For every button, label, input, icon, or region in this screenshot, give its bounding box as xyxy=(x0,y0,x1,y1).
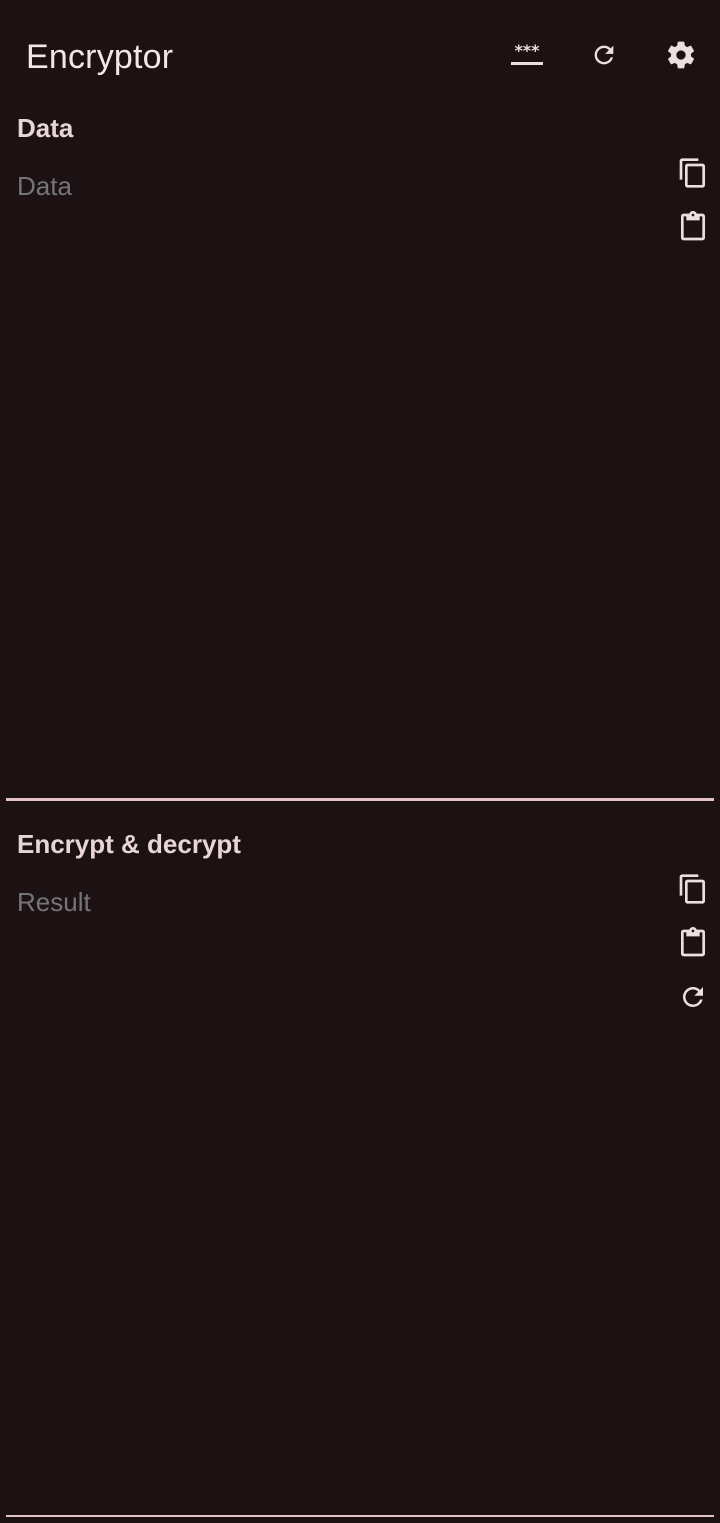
result-refresh-button[interactable] xyxy=(671,977,715,1021)
password-toggle-button[interactable]: *** xyxy=(499,27,555,83)
result-paste-button[interactable] xyxy=(671,923,715,967)
refresh-icon xyxy=(590,41,618,69)
paste-icon xyxy=(677,210,709,248)
password-glyph: *** xyxy=(514,42,540,60)
gear-icon xyxy=(665,39,697,71)
copy-icon xyxy=(677,157,709,194)
data-paste-button[interactable] xyxy=(671,207,715,251)
password-icon: *** xyxy=(509,42,545,68)
refresh-button[interactable] xyxy=(576,27,632,83)
data-divider xyxy=(6,798,714,801)
result-divider xyxy=(6,1515,714,1517)
copy-icon xyxy=(677,873,709,910)
result-copy-button[interactable] xyxy=(671,869,715,913)
refresh-icon xyxy=(678,982,708,1017)
settings-button[interactable] xyxy=(653,27,709,83)
result-section-title: Encrypt & decrypt xyxy=(17,829,241,859)
result-output[interactable] xyxy=(17,886,657,1496)
app-title: Encryptor xyxy=(26,38,174,76)
app-bar: Encryptor *** xyxy=(0,0,720,112)
data-section-title: Data xyxy=(17,113,74,143)
paste-icon xyxy=(677,926,709,964)
data-copy-button[interactable] xyxy=(671,153,715,197)
data-input[interactable] xyxy=(17,170,657,780)
